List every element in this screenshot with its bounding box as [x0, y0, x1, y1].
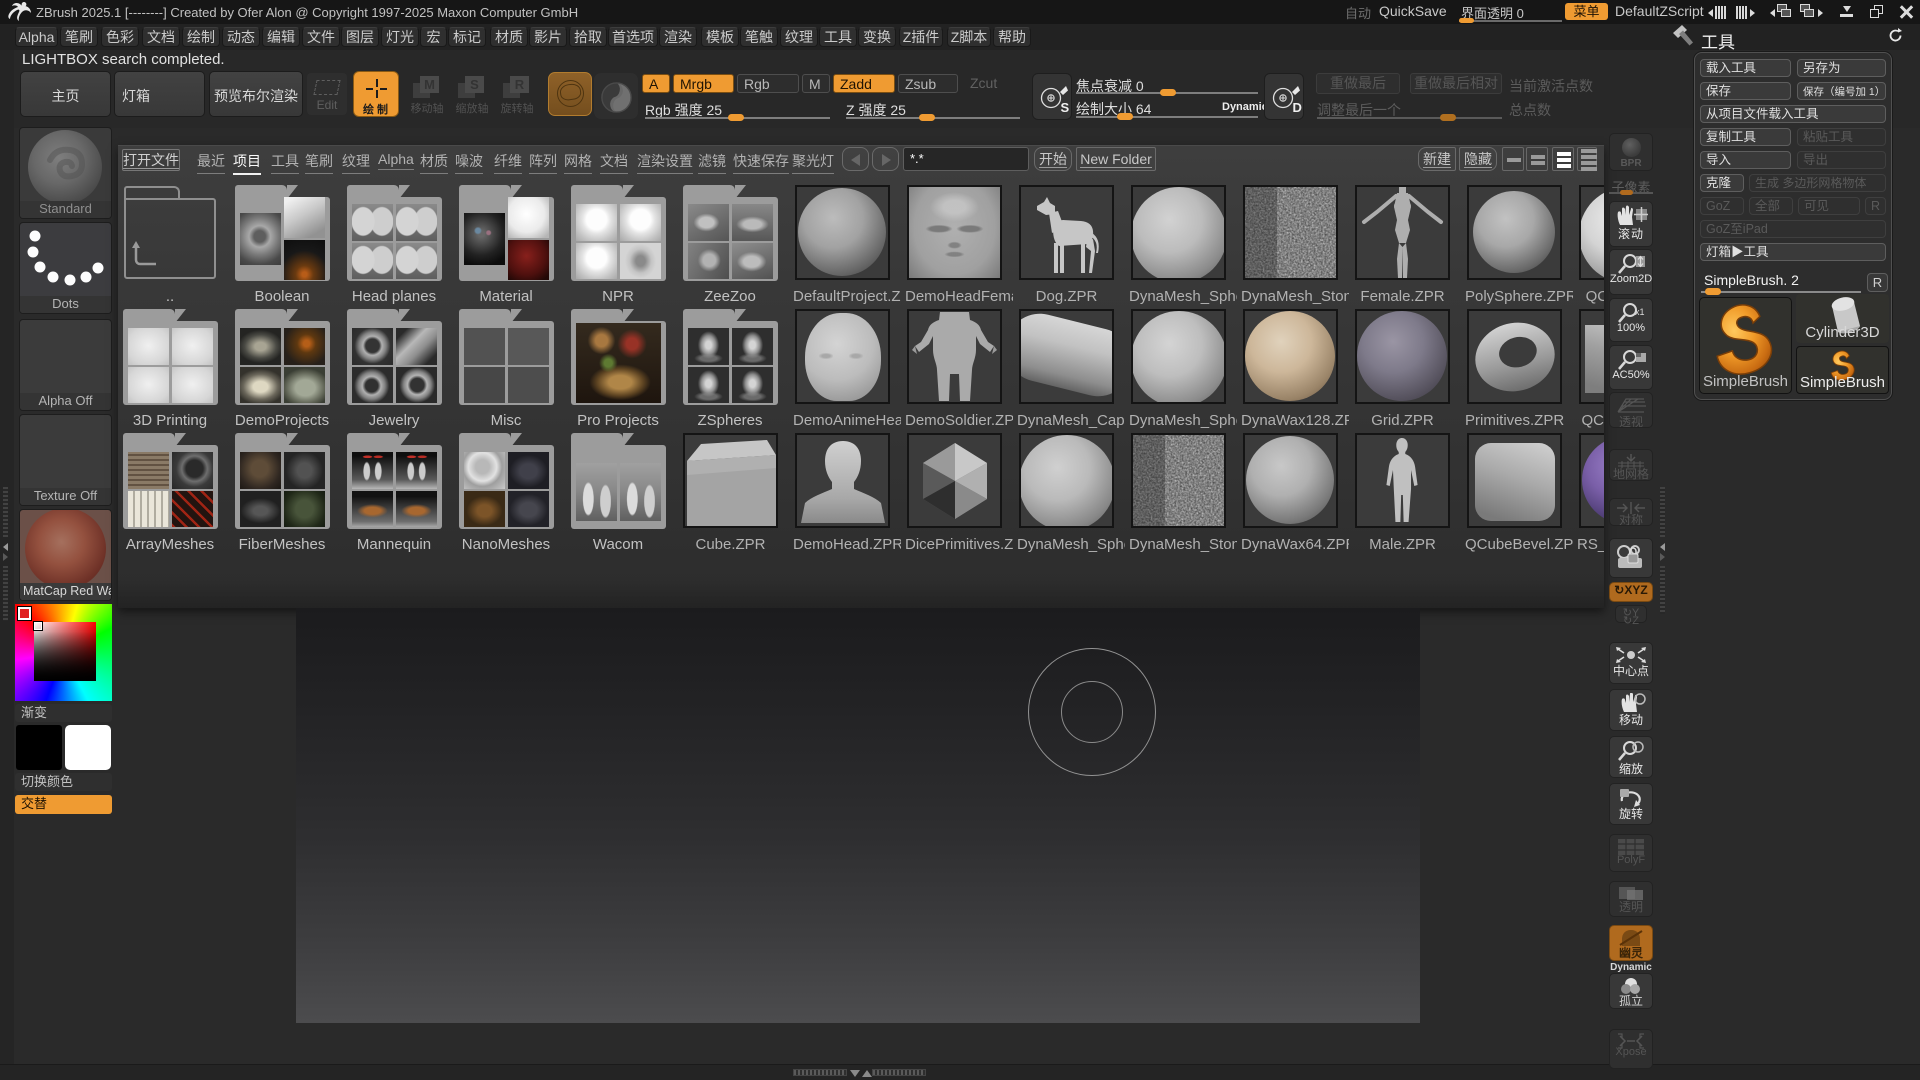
svg-text:x1: x1 [1635, 307, 1645, 317]
svg-text:D: D [1293, 100, 1302, 115]
svg-text:S: S [1061, 100, 1070, 115]
